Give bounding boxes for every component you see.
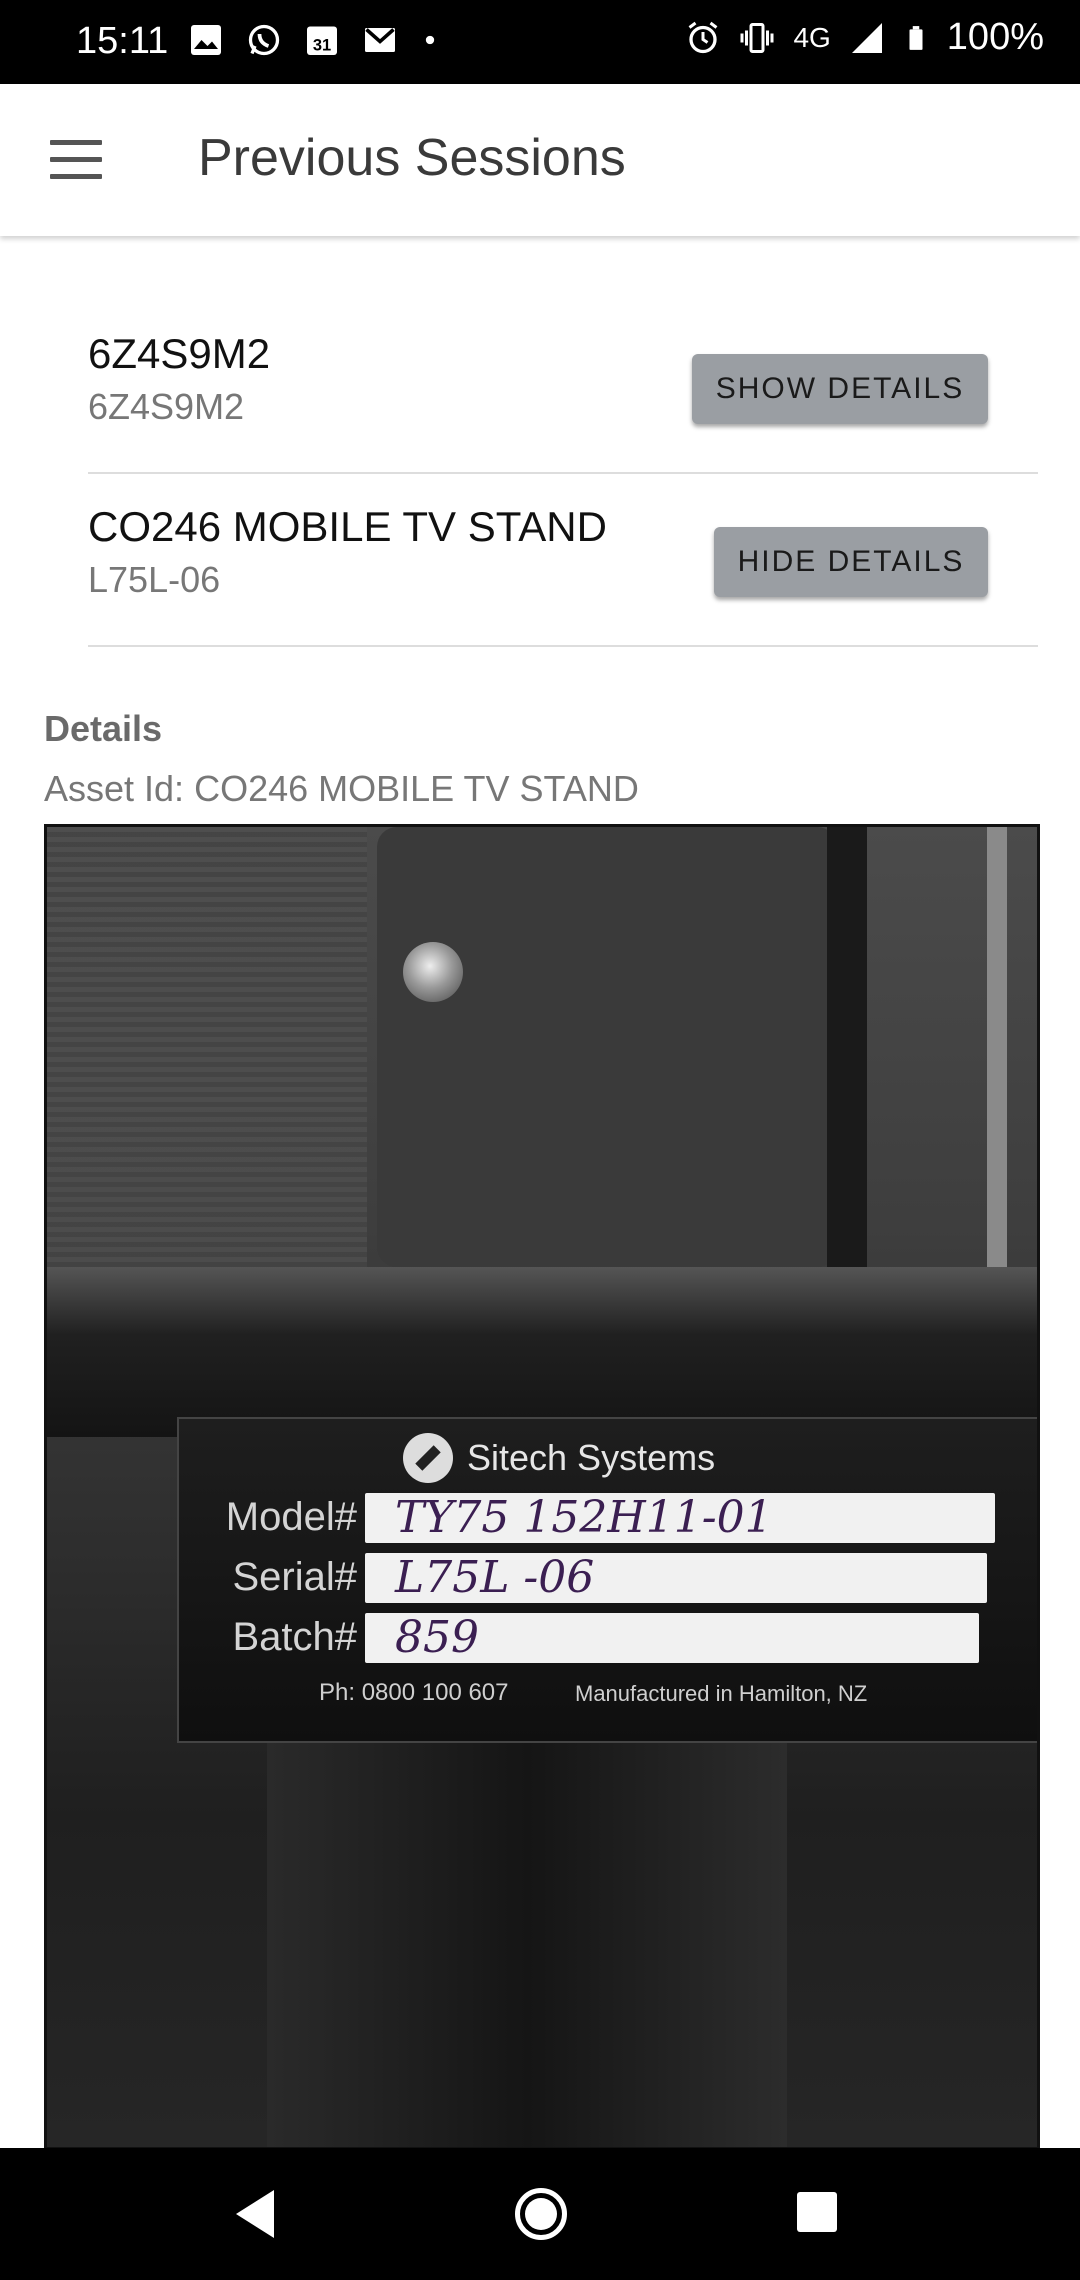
alarm-icon bbox=[689, 21, 718, 53]
calendar-icon: 31 bbox=[307, 26, 337, 55]
show-details-button[interactable]: SHOW DETAILS bbox=[692, 354, 988, 424]
model-label: Model# bbox=[225, 1495, 357, 1539]
system-nav-bar bbox=[0, 2148, 1080, 2280]
divider bbox=[88, 472, 1038, 474]
batch-value: 859 bbox=[365, 1613, 979, 1663]
brand: Sitech Systems bbox=[403, 1433, 715, 1483]
battery-percent: 100% bbox=[946, 16, 1044, 58]
home-icon[interactable] bbox=[515, 2188, 567, 2240]
whatsapp-icon bbox=[248, 24, 280, 56]
calendar-day: 31 bbox=[313, 37, 331, 55]
dot-icon bbox=[425, 35, 435, 45]
serial-label: Serial# bbox=[232, 1555, 357, 1599]
battery-icon bbox=[909, 25, 923, 50]
app-bar: Previous Sessions bbox=[0, 84, 1080, 236]
recents-icon[interactable] bbox=[797, 2192, 837, 2232]
asset-id-text: Asset Id: CO246 MOBILE TV STAND bbox=[44, 768, 639, 809]
hide-details-button[interactable]: HIDE DETAILS bbox=[714, 527, 988, 597]
page-title: Previous Sessions bbox=[198, 129, 626, 187]
details-heading: Details bbox=[44, 708, 163, 749]
status-time: 15:11 bbox=[76, 20, 169, 62]
manufactured-text: Manufactured in Hamilton, NZ bbox=[575, 1681, 868, 1706]
status-bar: 15:11 31 4G 100% bbox=[0, 0, 1080, 84]
hamburger-menu-icon[interactable] bbox=[50, 140, 102, 180]
model-value: TY75 152H11-01 bbox=[365, 1493, 995, 1543]
phone-text: Ph: 0800 100 607 bbox=[319, 1679, 509, 1706]
back-icon[interactable] bbox=[236, 2190, 274, 2238]
sitech-logo-icon bbox=[403, 1433, 453, 1483]
notification-icons: 31 bbox=[188, 22, 440, 58]
signal-icon bbox=[851, 22, 882, 53]
brand-name: Sitech Systems bbox=[467, 1437, 716, 1478]
label-plate: Sitech Systems Model# TY75 152H11-01 Ser… bbox=[177, 1417, 1037, 1743]
asset-photo: Sitech Systems Model# TY75 152H11-01 Ser… bbox=[44, 824, 1040, 2150]
status-right: 4G 100% bbox=[685, 16, 1044, 59]
bolt bbox=[403, 942, 463, 1002]
network-type: 4G bbox=[793, 21, 831, 53]
batch-label: Batch# bbox=[232, 1615, 357, 1659]
image-icon bbox=[191, 25, 221, 55]
divider bbox=[88, 645, 1038, 647]
serial-value: L75L -06 bbox=[365, 1553, 987, 1603]
gmail-icon bbox=[365, 28, 395, 52]
vibrate-icon bbox=[740, 22, 774, 53]
